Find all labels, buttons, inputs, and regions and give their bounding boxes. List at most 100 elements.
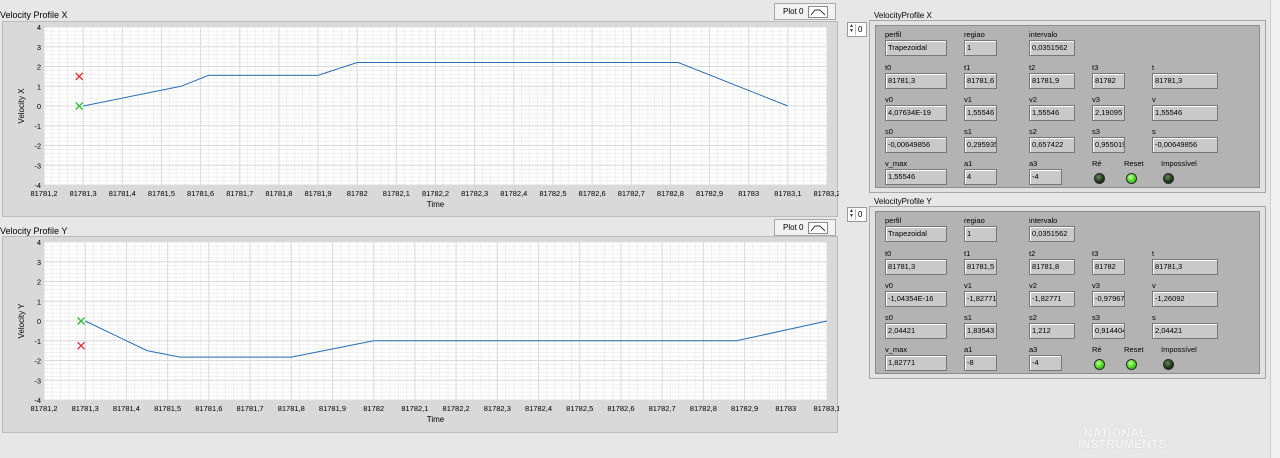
cluster-y-index-control[interactable]: ▲ ▼ 0 xyxy=(847,207,867,222)
field-value[interactable]: 0,955019 xyxy=(1092,137,1125,153)
field-label: v xyxy=(1152,281,1156,290)
window-edge xyxy=(1270,0,1280,458)
field-value[interactable]: 2,04421 xyxy=(1152,323,1218,339)
y-tick-label: 1 xyxy=(37,82,41,91)
plot-legend-label: Plot 0 xyxy=(783,7,804,16)
graph-y: 81781,2 81781,3 81781,4 81781,5 81781,6 81781… xyxy=(2,236,839,434)
field-value[interactable]: -0,00649856 xyxy=(1152,137,1218,153)
field-value[interactable]: 1,82771 xyxy=(885,355,947,371)
y-tick-label: -1 xyxy=(34,337,41,346)
spinner-arrows-icon[interactable]: ▲ ▼ xyxy=(849,209,856,220)
cluster-x: perfil Trapezoidal regiao 1 intervalo 0,03515… xyxy=(869,20,1266,193)
field-value[interactable]: 81781,3 xyxy=(885,259,947,275)
graph-y-plot-legend[interactable]: Plot 0 xyxy=(774,219,836,236)
field-label: s2 xyxy=(1029,127,1037,136)
x-tick-label: 81782,2 xyxy=(443,404,470,413)
field-value[interactable]: 81781,3 xyxy=(1152,259,1218,275)
led-indicator-reset[interactable] xyxy=(1126,359,1137,370)
x-tick-label: 81781,4 xyxy=(113,404,140,413)
x-tick-label: 81782,6 xyxy=(579,189,606,198)
cluster-y-panel: perfil Trapezoidal regiao 1 intervalo 0,03515… xyxy=(875,211,1260,374)
x-tick-label: 81782,9 xyxy=(731,404,758,413)
y-tick-label: -4 xyxy=(34,181,41,190)
field-value[interactable]: 81781,6 xyxy=(964,73,997,89)
field-value[interactable]: 2,19095 xyxy=(1092,105,1125,121)
field-value[interactable]: 4 xyxy=(964,169,997,185)
x-tick-label: 81781,9 xyxy=(304,189,331,198)
y-tick-label: 0 xyxy=(37,102,41,111)
led-indicator-r[interactable] xyxy=(1094,359,1105,370)
field-value[interactable]: 1,55546 xyxy=(885,169,947,185)
field-value[interactable]: 0,914404 xyxy=(1092,323,1125,339)
field-value[interactable]: 0,295935 xyxy=(964,137,997,153)
field-label: s0 xyxy=(885,127,893,136)
field-value[interactable]: Trapezoidal xyxy=(885,40,947,56)
field-value[interactable]: 0,0351562 xyxy=(1029,226,1075,242)
field-label: t0 xyxy=(885,249,892,258)
y-tick-label: -4 xyxy=(34,396,41,405)
cluster-x-index-value: 0 xyxy=(858,25,863,34)
field-value[interactable]: 0,657422 xyxy=(1029,137,1075,153)
field-label: v1 xyxy=(964,95,972,104)
x-tick-label: 81781,9 xyxy=(319,404,346,413)
field-value[interactable]: -4 xyxy=(1029,169,1062,185)
y-axis-label: Velocity Y xyxy=(17,303,26,339)
cluster-x-index-control[interactable]: ▲ ▼ 0 xyxy=(847,22,867,37)
field-value[interactable]: 81781,5 xyxy=(964,259,997,275)
field-value[interactable]: -0,979672 xyxy=(1092,291,1125,307)
field-value[interactable]: -1,82771 xyxy=(1029,291,1075,307)
field-value[interactable]: 81782 xyxy=(1092,259,1125,275)
x-tick-label: 81781,2 xyxy=(30,189,57,198)
field-value[interactable]: 81781,3 xyxy=(1152,73,1218,89)
y-tick-label: -2 xyxy=(34,357,41,366)
led-indicator-reset[interactable] xyxy=(1126,173,1137,184)
y-tick-label: -2 xyxy=(34,142,41,151)
field-value[interactable]: 1,55546 xyxy=(964,105,997,121)
field-value[interactable]: 81781,9 xyxy=(1029,73,1075,89)
field-value[interactable]: -4 xyxy=(1029,355,1062,371)
field-value[interactable]: Trapezoidal xyxy=(885,226,947,242)
x-tick-label: 81782,5 xyxy=(539,189,566,198)
field-value[interactable]: -1,04354E-16 xyxy=(885,291,947,307)
field-value[interactable]: 1 xyxy=(964,226,997,242)
x-tick-label: 81782,3 xyxy=(484,404,511,413)
x-tick-label: 81781,5 xyxy=(154,404,181,413)
field-label: a1 xyxy=(964,345,973,354)
y-tick-label: 2 xyxy=(37,63,41,72)
field-value[interactable]: 1,83543 xyxy=(964,323,997,339)
cluster-x-title: VelocityProfile X xyxy=(874,11,932,20)
graph-y-plot[interactable]: 81781,2 81781,3 81781,4 81781,5 81781,6 81781… xyxy=(3,237,839,434)
led-indicator-r[interactable] xyxy=(1094,173,1105,184)
field-value[interactable]: -1,82771 xyxy=(964,291,997,307)
field-label: regiao xyxy=(964,216,985,225)
x-tick-label: 81783 xyxy=(738,189,759,198)
x-axis-label: Time xyxy=(427,415,445,424)
x-tick-label: 81781,7 xyxy=(236,404,263,413)
graph-x-plot-legend[interactable]: Plot 0 xyxy=(774,3,836,20)
field-label: v1 xyxy=(964,281,972,290)
field-value[interactable]: -1,26092 xyxy=(1152,291,1218,307)
field-label: regiao xyxy=(964,30,985,39)
field-value[interactable]: 1 xyxy=(964,40,997,56)
field-value[interactable]: 81782 xyxy=(1092,73,1125,89)
field-value[interactable]: 1,55546 xyxy=(1029,105,1075,121)
field-value[interactable]: 0,0351562 xyxy=(1029,40,1075,56)
field-value[interactable]: -8 xyxy=(964,355,997,371)
field-label: s3 xyxy=(1092,127,1100,136)
led-indicator-impossvel[interactable] xyxy=(1163,173,1174,184)
field-value[interactable]: 1,55546 xyxy=(1152,105,1218,121)
x-tick-label: 81782,4 xyxy=(500,189,527,198)
x-tick-label: 81782,8 xyxy=(690,404,717,413)
field-label: s2 xyxy=(1029,313,1037,322)
graph-x-plot[interactable]: 81781,2 81781,3 81781,4 81781,5 81781,6 81781… xyxy=(3,22,839,218)
spinner-arrows-icon[interactable]: ▲ ▼ xyxy=(849,24,856,35)
field-value[interactable]: 81781,3 xyxy=(885,73,947,89)
field-value[interactable]: 2,04421 xyxy=(885,323,947,339)
field-value[interactable]: -0,00649856 xyxy=(885,137,947,153)
field-value[interactable]: 4,07634E-19 xyxy=(885,105,947,121)
field-label: v3 xyxy=(1092,95,1100,104)
field-value[interactable]: 1,212 xyxy=(1029,323,1075,339)
field-value[interactable]: 81781,8 xyxy=(1029,259,1075,275)
led-indicator-impossvel[interactable] xyxy=(1163,359,1174,370)
led-label: Impossível xyxy=(1161,345,1197,354)
